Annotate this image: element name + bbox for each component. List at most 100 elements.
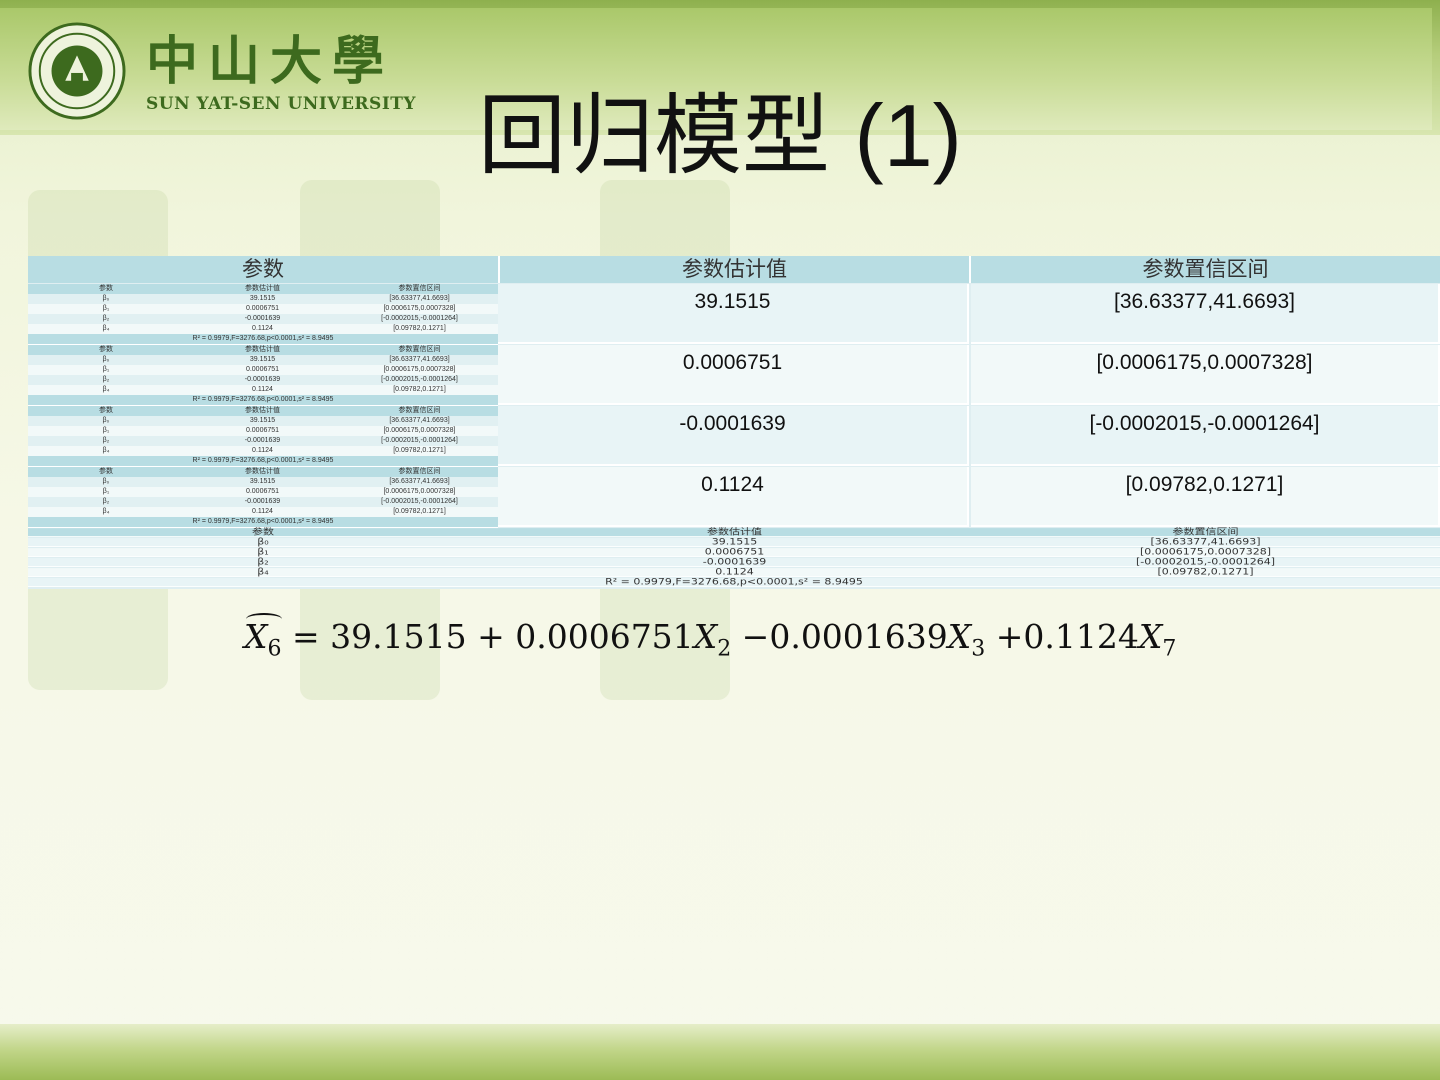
compressed-estimate: 0.1124 xyxy=(715,566,754,577)
mini-cell: [0.09782,0.1271] xyxy=(393,508,446,515)
compressed-param: β₂ xyxy=(257,556,269,567)
mini-cell: [0.09782,0.1271] xyxy=(393,447,446,454)
mini-cell: 参数置信区间 xyxy=(398,285,441,292)
mini-cell: β₁ xyxy=(102,427,110,434)
mini-stats-row: R² = 0.9979,F=3276.68,p<0.0001,s² = 8.94… xyxy=(28,334,498,344)
mini-stats-row: R² = 0.9979,F=3276.68,p<0.0001,s² = 8.94… xyxy=(28,395,498,405)
mini-cell: [36.63377,41.6693] xyxy=(389,478,450,485)
mini-cell: 参数置信区间 xyxy=(398,407,441,414)
formula-x7: X xyxy=(1138,617,1163,656)
compressed-interval: [0.0006175,0.0007328] xyxy=(1139,546,1272,557)
mini-cell: 39.1515 xyxy=(249,478,276,485)
mini-cell: 39.1515 xyxy=(249,356,276,363)
interval-cell: [-0.0002015,-0.0001264] xyxy=(971,406,1440,466)
mini-stats: R² = 0.9979,F=3276.68,p<0.0001,s² = 8.94… xyxy=(192,518,334,525)
mini-stats: R² = 0.9979,F=3276.68,p<0.0001,s² = 8.94… xyxy=(192,396,334,403)
compressed-estimate: 39.1515 xyxy=(711,536,758,547)
compressed-header-param: 参数 xyxy=(252,527,274,537)
mini-cell: [-0.0002015,-0.0001264] xyxy=(381,315,458,322)
mini-cell: β₂ xyxy=(102,498,110,505)
estimate-cell: -0.0001639 xyxy=(498,406,969,466)
mini-cell: [36.63377,41.6693] xyxy=(389,295,450,302)
mini-cell: -0.0001639 xyxy=(244,376,281,383)
mini-cell: [-0.0002015,-0.0001264] xyxy=(381,498,458,505)
mini-cell: β₄ xyxy=(102,386,110,393)
regression-formula: X6 = 39.1515 + 0.0006751X2 −0.0001639X3 … xyxy=(244,613,1177,662)
formula-x3: X xyxy=(947,617,972,656)
mini-cell: 0.1124 xyxy=(252,386,273,393)
nested-mini-table: 参数 参数估计值 参数置信区间 β₀ 39.1515 [36.63377,41.6693]… xyxy=(28,406,498,468)
mini-cell: β₀ xyxy=(102,295,110,302)
mini-cell: [0.0006175,0.0007328] xyxy=(383,305,456,312)
mini-cell: 39.1515 xyxy=(249,295,276,302)
formula-x7-sub: 7 xyxy=(1162,636,1177,662)
formula-lhs: X6 xyxy=(244,613,282,662)
compressed-table-rows: 参数 参数估计值 参数置信区间 β₀ 39.1515 [36.63377,41.… xyxy=(28,527,1440,589)
mini-cell: 参数估计值 xyxy=(245,285,280,292)
mini-cell: 参数 xyxy=(99,468,113,475)
mini-stats: R² = 0.9979,F=3276.68,p<0.0001,s² = 8.94… xyxy=(192,457,334,464)
mini-cell: β₀ xyxy=(102,417,110,424)
mini-cell: 0.1124 xyxy=(252,508,273,515)
mini-cell: -0.0001639 xyxy=(244,437,281,444)
mini-cell: β₂ xyxy=(102,315,110,322)
compressed-header-interval: 参数置信区间 xyxy=(1172,527,1239,537)
mini-cell: β₄ xyxy=(102,447,110,454)
mini-cell: [-0.0002015,-0.0001264] xyxy=(381,376,458,383)
mini-cell: [0.09782,0.1271] xyxy=(393,386,446,393)
mini-cell: [0.09782,0.1271] xyxy=(393,325,446,332)
estimate-cell: 0.1124 xyxy=(498,467,969,527)
mini-cell: 0.0006751 xyxy=(245,427,280,434)
nested-mini-table: 参数 参数估计值 参数置信区间 β₀ 39.1515 [36.63377,41.6693]… xyxy=(28,345,498,407)
mini-cell: β₁ xyxy=(102,488,110,495)
interval-cell: [36.63377,41.6693] xyxy=(971,284,1440,344)
mini-cell: 0.0006751 xyxy=(245,305,280,312)
estimate-cell: 0.0006751 xyxy=(498,345,969,405)
mini-cell: 参数估计值 xyxy=(245,407,280,414)
mini-cell: 参数估计值 xyxy=(245,468,280,475)
mini-cell: 参数 xyxy=(99,407,113,414)
compressed-param: β₀ xyxy=(257,536,269,547)
mini-cell: β₁ xyxy=(102,305,110,312)
formula-x7-coef: +0.1124 xyxy=(985,617,1139,656)
compressed-param: β₄ xyxy=(257,566,269,577)
mini-cell: 参数置信区间 xyxy=(398,468,441,475)
estimate-cell: 39.1515 xyxy=(498,284,969,344)
compressed-stats-row: R² = 0.9979,F=3276.68,p<0.0001,s² = 8.94… xyxy=(28,576,1440,587)
formula-x2: X xyxy=(693,617,718,656)
mini-cell: β₁ xyxy=(102,366,110,373)
header-param: 参数 xyxy=(28,256,500,283)
compressed-estimate: 0.0006751 xyxy=(704,546,765,557)
mini-cell: 0.0006751 xyxy=(245,366,280,373)
formula-lhs-sub: 6 xyxy=(267,636,282,662)
mini-cell: [0.0006175,0.0007328] xyxy=(383,366,456,373)
mini-cell: β₀ xyxy=(102,356,110,363)
mini-cell: [36.63377,41.6693] xyxy=(389,417,450,424)
mini-cell: [-0.0002015,-0.0001264] xyxy=(381,437,458,444)
formula-x3-sub: 3 xyxy=(971,636,986,662)
mini-cell: 参数 xyxy=(99,285,113,292)
mini-cell: β₄ xyxy=(102,325,110,332)
mini-stats: R² = 0.9979,F=3276.68,p<0.0001,s² = 8.94… xyxy=(192,335,334,342)
mini-cell: [0.0006175,0.0007328] xyxy=(383,427,456,434)
compressed-interval: [-0.0002015,-0.0001264] xyxy=(1136,556,1275,567)
compressed-estimate: -0.0001639 xyxy=(702,556,767,567)
mini-cell: β₀ xyxy=(102,478,110,485)
mini-cell: [36.63377,41.6693] xyxy=(389,356,450,363)
footer-band xyxy=(0,1024,1440,1080)
compressed-stats: R² = 0.9979,F=3276.68,p<0.0001,s² = 8.94… xyxy=(605,576,863,587)
mini-cell: β₂ xyxy=(102,376,110,383)
compressed-interval: [0.09782,0.1271] xyxy=(1157,566,1254,577)
mini-cell: [0.0006175,0.0007328] xyxy=(383,488,456,495)
mini-cell: -0.0001639 xyxy=(244,315,281,322)
interval-cell: [0.0006175,0.0007328] xyxy=(971,345,1440,405)
compressed-interval: [36.63377,41.6693] xyxy=(1150,536,1261,547)
nested-mini-table: 参数 参数估计值 参数置信区间 β₀ 39.1515 [36.63377,41.6693]… xyxy=(28,467,498,529)
compressed-param: β₁ xyxy=(257,546,269,557)
mini-cell: 0.1124 xyxy=(252,447,273,454)
mini-cell: 参数 xyxy=(99,346,113,353)
formula-x2-sub: 2 xyxy=(717,636,732,662)
formula-x3-coef: −0.0001639 xyxy=(731,617,948,656)
formula-lhs-var: X xyxy=(244,617,268,656)
mini-cell: -0.0001639 xyxy=(244,498,281,505)
